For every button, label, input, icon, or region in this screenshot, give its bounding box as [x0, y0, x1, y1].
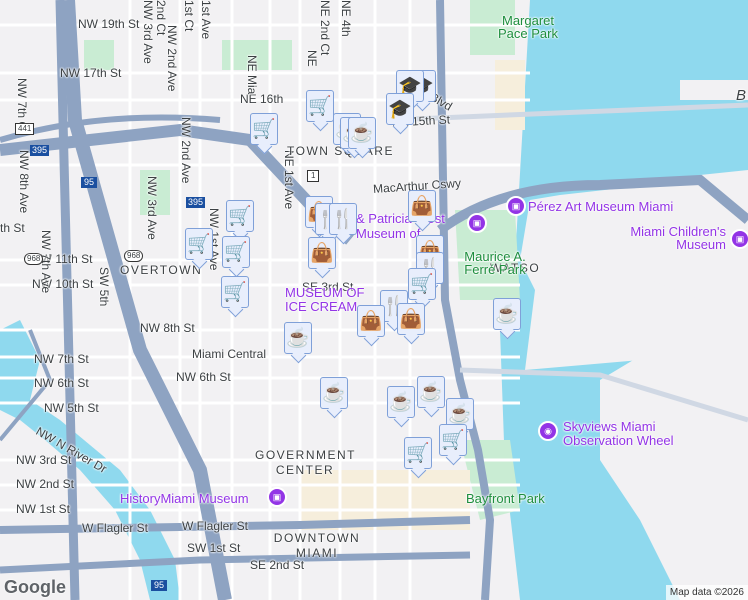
street-label: NW 3rd Ave: [145, 176, 159, 240]
coffee-cup-marker[interactable]: ☕: [417, 376, 445, 408]
street-label: NW 8th Ave: [17, 150, 31, 214]
street-label: NW 2nd St: [16, 477, 75, 491]
shopping-bag-marker[interactable]: 👜: [357, 305, 385, 337]
street-label: NW 19th St: [78, 17, 140, 31]
us441-shield: 441: [15, 123, 35, 135]
museum-pin[interactable]: ▣: [467, 213, 487, 233]
coffee-cup-marker[interactable]: ☕: [387, 386, 415, 418]
street-label: W Flagler St: [82, 521, 149, 535]
street-label: th St: [0, 221, 25, 235]
street-label: NW 6th St: [34, 376, 89, 390]
poi-childrens-museum[interactable]: Miami Children's Museum: [620, 225, 726, 251]
coffee-cup-marker[interactable]: ☕: [320, 377, 348, 409]
shopping-bag-marker[interactable]: 👜: [308, 237, 336, 269]
neighborhood-label: DOWNTOWN MIAMI: [273, 531, 361, 560]
grocery-cart-marker[interactable]: 🛒: [408, 268, 436, 300]
poi-historymiami-museum[interactable]: HistoryMiami Museum: [120, 492, 249, 505]
grocery-cart-marker[interactable]: 🛒: [221, 276, 249, 308]
museum-pin[interactable]: ▣: [267, 487, 287, 507]
street-label: NE 4th: [339, 0, 353, 37]
street-label: NW 3rd Ave: [141, 0, 155, 64]
park-bayfront[interactable]: Bayfront Park: [466, 492, 545, 505]
park-margaret-pace[interactable]: Margaret Pace Park: [492, 14, 564, 40]
street-label: NW 5th St: [44, 401, 99, 415]
grocery-cart-marker[interactable]: 🛒: [222, 236, 250, 268]
coffee-cup-marker[interactable]: ☕: [284, 322, 312, 354]
street-label: NW 7th St: [34, 352, 89, 366]
sr968-shield: 968: [24, 253, 44, 265]
sr968-shield: 968: [124, 250, 144, 262]
google-logo: Google: [4, 577, 66, 597]
us1-shield: 1: [307, 170, 320, 182]
neighborhood-label: GOVERNMENT CENTER: [255, 448, 357, 477]
street-label: NE Mia: [245, 55, 259, 95]
i395-shield: 395: [30, 145, 50, 156]
i95-shield: 95: [81, 177, 98, 188]
museum-pin[interactable]: ▣: [506, 196, 526, 216]
grocery-cart-marker[interactable]: 🛒: [439, 424, 467, 456]
street-label: 1st Ave: [199, 0, 213, 40]
grocery-cart-marker[interactable]: 🛒: [250, 113, 278, 145]
neighborhood-label: B: [736, 87, 747, 104]
street-label: NE 16th: [240, 92, 284, 106]
coffee-cup-marker[interactable]: ☕: [348, 117, 376, 149]
neighborhood-label: OVERTOWN: [120, 263, 203, 277]
street-label: NW 8th St: [140, 321, 195, 335]
coffee-cup-marker[interactable]: ☕: [493, 298, 521, 330]
grocery-cart-marker[interactable]: 🛒: [226, 200, 254, 232]
camera-pin[interactable]: ◉: [538, 421, 558, 441]
grocery-cart-marker[interactable]: 🛒: [306, 90, 334, 122]
street-label: 1st Ct: [182, 0, 196, 32]
street-label: NW 2nd Ave: [165, 25, 179, 92]
poi-miami-central[interactable]: Miami Central: [192, 348, 266, 360]
beach-area: [495, 60, 525, 130]
graduation-cap-marker[interactable]: 🎓: [386, 93, 414, 125]
poi-skyviews-wheel[interactable]: Skyviews Miami Observation Wheel: [563, 420, 693, 448]
street-label: NE: [305, 50, 319, 67]
street-label: NW 1st St: [16, 502, 71, 516]
grocery-cart-marker[interactable]: 🛒: [404, 437, 432, 469]
grocery-cart-marker[interactable]: 🛒: [185, 228, 213, 260]
map-data-credit[interactable]: Map data ©2026: [665, 585, 748, 600]
street-label: NE 1st Ave: [282, 150, 296, 210]
park-maurice-ferre[interactable]: Maurice A. Ferré Park: [450, 250, 540, 276]
i95-shield: 95: [151, 580, 168, 591]
street-label: W Flagler St: [182, 519, 249, 533]
poi-perez-art-museum[interactable]: Pérez Art Museum Miami: [528, 200, 673, 213]
street-label: SW 1st St: [187, 541, 241, 555]
street-label: NW 2nd Ave: [179, 117, 193, 184]
street-label: NW 17th St: [60, 66, 122, 80]
shopping-bag-marker[interactable]: 👜: [408, 190, 436, 222]
street-label: SW 5th: [97, 267, 111, 307]
i395-shield: 395: [186, 197, 206, 208]
utensils-marker[interactable]: 🍴: [329, 203, 357, 235]
street-label: NW 3rd St: [16, 453, 72, 467]
museum-pin[interactable]: ▣: [730, 229, 748, 249]
street-label: NW 6th St: [176, 370, 231, 384]
street-label: NE 2nd Ct: [318, 0, 332, 56]
shopping-bag-marker[interactable]: 👜: [397, 303, 425, 335]
